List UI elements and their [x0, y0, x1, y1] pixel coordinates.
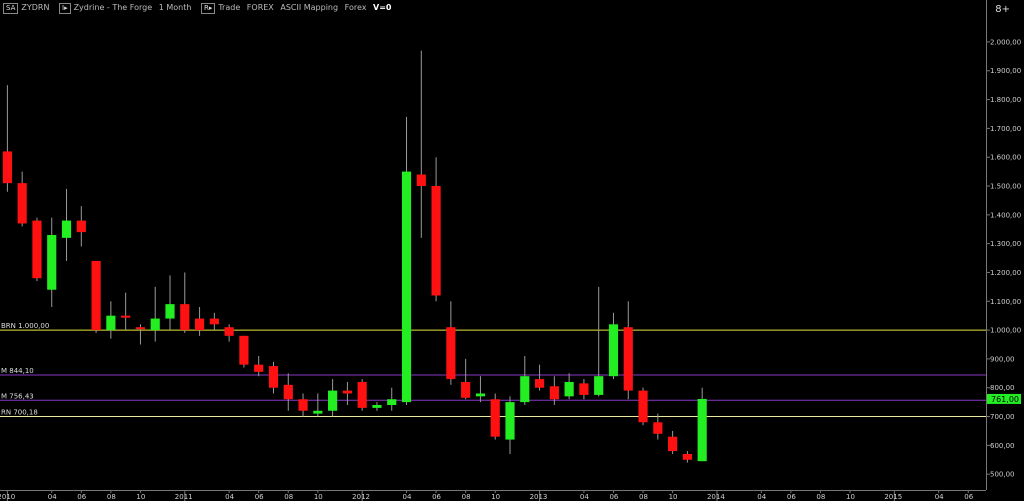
y-tick-label-14: 1.900,00 [990, 67, 1021, 75]
y-tick-label-5: 1.000,00 [990, 327, 1021, 335]
x-tick-label-1: 04 [48, 493, 57, 501]
x-tick-label-4: 10 [136, 493, 145, 501]
x-tick-label-19: 10 [669, 493, 678, 501]
candle-body-40 [594, 376, 604, 395]
x-tick-label-26: 04 [935, 493, 944, 501]
candle-body-21 [313, 410, 323, 414]
y-tick-label-3: 800,00 [990, 384, 1015, 392]
x-tick-label-9: 10 [314, 493, 323, 501]
candle-body-16 [239, 335, 249, 365]
x-tick-label-21: 04 [757, 493, 766, 501]
x-tick-label-23: 08 [816, 493, 825, 501]
x-tick-label-20: 2014 [707, 493, 725, 501]
x-tick-label-10: 2012 [352, 493, 370, 501]
candle-body-35 [520, 376, 530, 403]
x-tick-label-24: 10 [846, 493, 855, 501]
candle-body-38 [564, 381, 574, 397]
candle-body-9 [135, 327, 146, 330]
candles-layer [2, 50, 707, 463]
y-tick-label-9: 1.400,00 [990, 211, 1021, 219]
x-tick-label-8: 08 [284, 493, 293, 501]
candle-body-3 [47, 234, 57, 290]
x-tick-label-3: 08 [107, 493, 116, 501]
x-tick-label-2: 06 [77, 493, 86, 501]
candle-body-7 [106, 315, 116, 331]
candle-body-43 [638, 390, 648, 423]
candle-body-46 [682, 453, 692, 460]
hline-label-3: RN 700,18 [1, 408, 38, 416]
y-tick-label-4: 900,00 [990, 355, 1015, 363]
x-tick-label-15: 2013 [530, 493, 548, 501]
y-tick-label-10: 1.500,00 [990, 183, 1021, 191]
candle-body-27 [401, 171, 412, 403]
y-tick-label-11: 1.600,00 [990, 154, 1021, 162]
x-tick-label-0: 2010 [0, 493, 15, 501]
candle-body-19 [283, 384, 293, 400]
y-tick-label-0: 500,00 [990, 471, 1015, 479]
hline-label-2: M 756,43 [1, 392, 34, 400]
candle-body-8 [121, 315, 131, 318]
candle-body-39 [579, 383, 589, 395]
candle-body-12 [180, 304, 190, 331]
y-tick-label-2: 700,00 [990, 413, 1015, 421]
y-tick-label-15: 2.000,00 [990, 38, 1021, 46]
x-tick-label-14: 10 [491, 493, 500, 501]
candle-body-24 [357, 381, 367, 408]
candle-body-28 [416, 174, 426, 187]
candle-body-20 [298, 399, 308, 411]
candle-body-15 [224, 327, 234, 336]
candle-body-13 [194, 318, 205, 331]
y-tick-label-1: 600,00 [990, 442, 1015, 450]
candle-body-4 [61, 220, 72, 238]
candle-body-18 [268, 366, 279, 388]
x-tick-label-17: 06 [609, 493, 618, 501]
y-tick-label-7: 1.200,00 [990, 269, 1021, 277]
candle-body-10 [150, 318, 160, 331]
last-value-label: 761,00 [991, 395, 1019, 404]
x-tick-label-11: 04 [403, 493, 412, 501]
candle-body-14 [209, 318, 219, 325]
candle-body-23 [342, 390, 352, 394]
x-tick-label-25: 2015 [884, 493, 902, 501]
candle-body-41 [608, 324, 619, 377]
y-tick-label-12: 1.700,00 [990, 125, 1021, 133]
candle-body-32 [475, 393, 486, 397]
y-tick-label-8: 1.300,00 [990, 240, 1021, 248]
candle-body-45 [668, 436, 678, 452]
candle-body-0 [2, 151, 12, 184]
candle-body-5 [76, 220, 86, 233]
candle-body-34 [505, 402, 515, 440]
candle-body-22 [328, 390, 338, 411]
y-tick-label-6: 1.100,00 [990, 298, 1021, 306]
candle-body-17 [254, 364, 264, 372]
candle-body-29 [431, 186, 441, 296]
candle-body-25 [372, 404, 382, 408]
candle-body-36 [534, 379, 545, 388]
x-tick-label-16: 04 [580, 493, 589, 501]
x-tick-label-13: 08 [462, 493, 471, 501]
x-tick-label-5: 2011 [175, 493, 193, 501]
candle-body-6 [91, 260, 101, 331]
x-tick-label-12: 06 [432, 493, 441, 501]
candlestick-chart: BRN 1.000,00 M 844,10 M 756,43 RN 700,18 50… [0, 0, 1021, 501]
candle-body-26 [387, 399, 397, 405]
x-tick-label-22: 06 [787, 493, 796, 501]
candle-body-47 [697, 398, 707, 462]
candle-body-44 [653, 422, 663, 434]
candle-body-42 [623, 327, 633, 391]
candle-body-33 [490, 399, 500, 437]
candle-body-11 [165, 304, 175, 319]
y-tick-label-13: 1.800,00 [990, 96, 1021, 104]
candle-body-37 [549, 386, 559, 400]
candle-body-1 [17, 183, 27, 224]
x-tick-label-7: 06 [255, 493, 264, 501]
hline-label-1: M 844,10 [1, 367, 34, 375]
hline-label-0: BRN 1.000,00 [1, 322, 49, 330]
x-tick-label-6: 04 [225, 493, 234, 501]
x-tick-label-18: 08 [639, 493, 648, 501]
x-tick-label-27: 06 [964, 493, 973, 501]
candle-body-30 [446, 327, 456, 380]
candle-body-31 [461, 381, 471, 398]
candle-body-2 [32, 220, 42, 279]
